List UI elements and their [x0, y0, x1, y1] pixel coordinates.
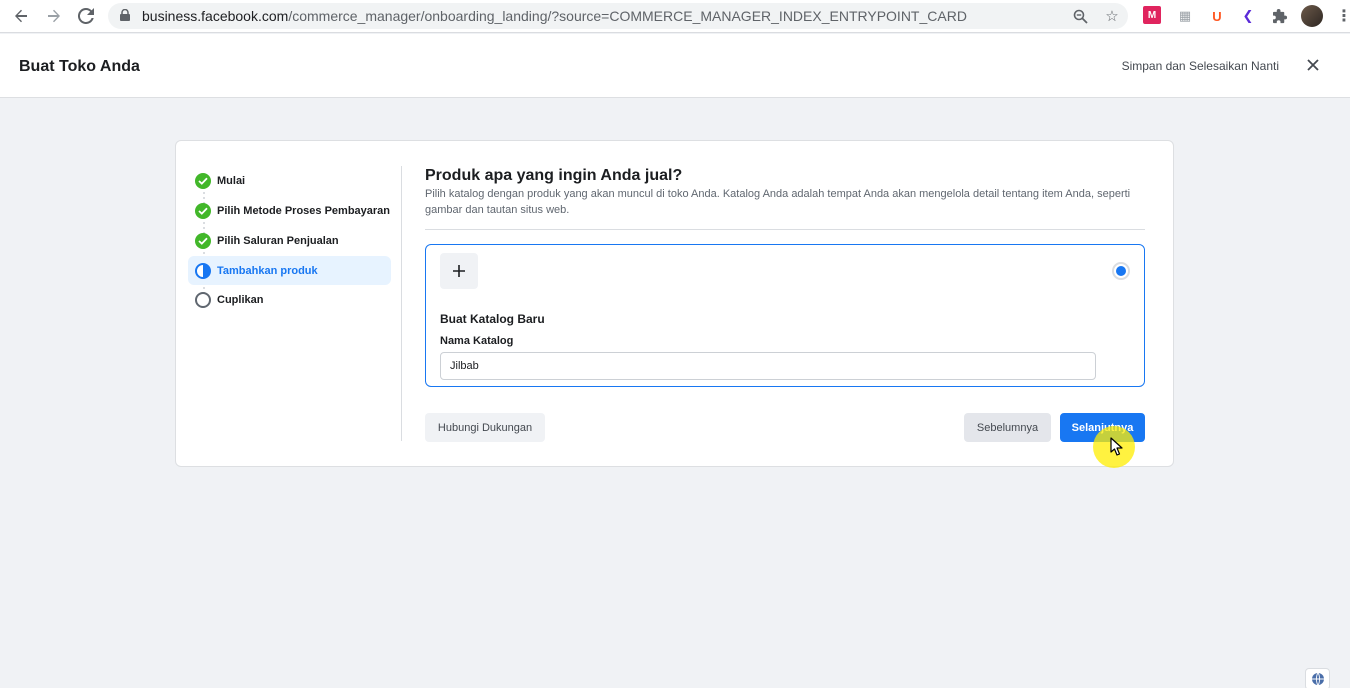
onboarding-card: Mulai Pilih Metode Proses Pembayaran Pil… [175, 140, 1174, 467]
ext-purple-icon[interactable]: ❮ [1238, 6, 1258, 26]
check-circle-icon [195, 203, 211, 219]
vertical-divider [401, 166, 402, 441]
back-icon[interactable] [8, 4, 34, 28]
step-saluran[interactable]: Pilih Saluran Penjualan [188, 226, 391, 256]
catalog-name-input[interactable] [440, 352, 1096, 380]
section-title: Produk apa yang ingin Anda jual? [425, 167, 683, 184]
close-icon[interactable] [1303, 55, 1323, 75]
step-label: Pilih Metode Proses Pembayaran [217, 205, 391, 217]
catalog-name-label: Nama Katalog [440, 335, 514, 347]
step-mulai[interactable]: Mulai [188, 166, 391, 196]
browser-toolbar: business.facebook.com/commerce_manager/o… [0, 0, 1350, 33]
star-icon[interactable]: ☆ [1102, 6, 1122, 26]
check-circle-icon [195, 233, 211, 249]
forward-icon[interactable] [41, 4, 67, 28]
profile-avatar[interactable] [1301, 5, 1323, 27]
step-label: Mulai [217, 175, 246, 187]
option-title: Buat Katalog Baru [440, 312, 545, 326]
half-circle-icon [195, 262, 211, 279]
step-tambahkan-produk[interactable]: Tambahkan produk [188, 256, 391, 285]
url-text: business.facebook.com/commerce_manager/o… [142, 8, 967, 24]
step-pembayaran[interactable]: Pilih Metode Proses Pembayaran [188, 196, 391, 226]
save-later-link[interactable]: Simpan dan Selesaikan Nanti [1122, 59, 1279, 73]
section-description: Pilih katalog dengan produk yang akan mu… [425, 188, 1131, 216]
new-catalog-option[interactable]: Buat Katalog Baru Nama Katalog [425, 244, 1145, 387]
ext-u-icon[interactable]: U [1207, 6, 1227, 26]
radio-selected-dot [1116, 266, 1126, 276]
contact-support-button[interactable]: Hubungi Dukungan [425, 413, 545, 442]
option-radio[interactable] [1112, 262, 1130, 280]
step-cuplikan[interactable]: Cuplikan [188, 285, 391, 315]
main-panel: Produk apa yang ingin Anda jual? Pilih k… [425, 166, 1145, 442]
empty-circle-icon [195, 292, 211, 308]
reload-icon[interactable] [73, 4, 99, 28]
menu-icon[interactable]: ⋮ [1334, 6, 1350, 26]
ext-red-icon[interactable]: M [1143, 6, 1161, 24]
zoom-icon[interactable] [1070, 6, 1090, 26]
ext-doc-icon[interactable]: ▦ [1175, 6, 1195, 26]
step-list: Mulai Pilih Metode Proses Pembayaran Pil… [188, 166, 391, 315]
app-header: Buat Toko Anda Simpan dan Selesaikan Nan… [0, 34, 1350, 98]
horizontal-divider [425, 229, 1145, 230]
step-label: Tambahkan produk [217, 264, 318, 277]
lock-icon [120, 9, 130, 21]
page-title: Buat Toko Anda [19, 58, 140, 75]
address-bar[interactable]: business.facebook.com/commerce_manager/o… [108, 3, 1128, 29]
step-label: Pilih Saluran Penjualan [217, 235, 339, 247]
step-label: Cuplikan [217, 294, 264, 306]
next-button[interactable]: Selanjutnya [1060, 413, 1145, 442]
plus-icon[interactable] [440, 253, 478, 289]
extensions-icon[interactable] [1270, 6, 1290, 26]
previous-button[interactable]: Sebelumnya [964, 413, 1051, 442]
globe-icon[interactable] [1305, 668, 1330, 688]
check-circle-icon [195, 173, 211, 189]
